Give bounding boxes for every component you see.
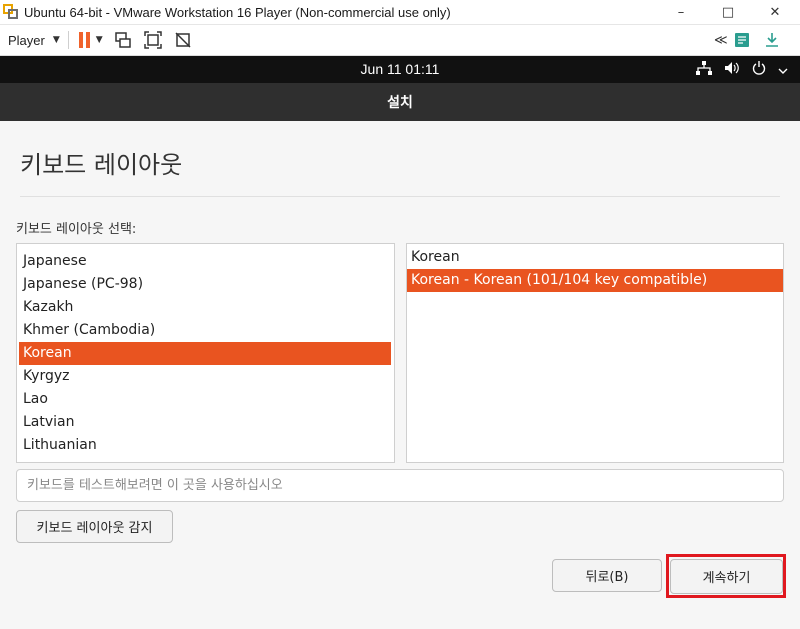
player-menu[interactable]: Player: [8, 33, 45, 48]
full-screen-icon[interactable]: [143, 30, 163, 50]
ubuntu-top-bar: Jun 11 01:11: [0, 56, 800, 83]
installer-header: 설치: [0, 83, 800, 121]
page-title: 키보드 레이아웃: [20, 151, 183, 179]
title-divider: [20, 196, 780, 197]
system-tray[interactable]: [696, 60, 788, 79]
window-titlebar: Ubuntu 64-bit - VMware Workstation 16 Pl…: [0, 0, 800, 25]
send-ctrl-alt-del-icon[interactable]: [113, 30, 133, 50]
layout-list-item[interactable]: Khmer (Cambodia): [19, 319, 391, 342]
system-menu-dropdown-icon[interactable]: [778, 60, 788, 79]
keyboard-layout-list[interactable]: Japanese Japanese (PC-98) Kazakh Khmer (…: [16, 243, 395, 463]
maximize-button[interactable]: □: [705, 0, 751, 24]
layout-list-item[interactable]: Lao: [19, 388, 391, 411]
section-label: 키보드 레이아웃 선택:: [16, 222, 137, 237]
detect-layout-button[interactable]: 키보드 레이아웃 감지: [16, 510, 173, 543]
variant-list-item[interactable]: Korean: [407, 246, 783, 269]
layout-list-item-selected[interactable]: Korean: [19, 342, 391, 365]
notes-icon[interactable]: [732, 30, 752, 50]
installer-title: 설치: [387, 95, 413, 111]
unity-mode-icon[interactable]: [173, 30, 193, 50]
window-title: Ubuntu 64-bit - VMware Workstation 16 Pl…: [24, 4, 451, 20]
toolbar-divider: [67, 31, 69, 49]
pause-icon[interactable]: [78, 32, 90, 48]
vmware-logo-icon: [3, 4, 19, 20]
network-icon[interactable]: [696, 60, 712, 79]
player-menu-dropdown-icon[interactable]: ▼: [53, 35, 60, 45]
pause-dropdown-icon[interactable]: ▼: [96, 35, 103, 45]
minimize-button[interactable]: –: [658, 0, 704, 24]
layout-list-item[interactable]: Japanese (PC-98): [19, 273, 391, 296]
layout-list-item[interactable]: Japanese: [19, 250, 391, 273]
power-icon[interactable]: [752, 60, 766, 79]
layout-list-item[interactable]: Kazakh: [19, 296, 391, 319]
layout-list-item[interactable]: Kyrgyz: [19, 365, 391, 388]
close-button[interactable]: ✕: [752, 0, 798, 24]
collapse-toolbar-icon[interactable]: ≪: [714, 33, 728, 48]
layout-list-item[interactable]: Latvian: [19, 411, 391, 434]
keyboard-variant-list[interactable]: Korean Korean - Korean (101/104 key comp…: [406, 243, 784, 463]
volume-icon[interactable]: [724, 60, 740, 79]
download-icon[interactable]: [762, 30, 782, 50]
keyboard-test-input[interactable]: [16, 469, 784, 502]
back-button[interactable]: 뒤로(B): [552, 559, 662, 592]
player-toolbar: Player ▼ ▼ ≪: [0, 25, 800, 56]
clock[interactable]: Jun 11 01:11: [0, 61, 800, 77]
continue-highlight-annotation: [666, 554, 786, 598]
variant-list-item-selected[interactable]: Korean - Korean (101/104 key compatible): [407, 269, 783, 292]
layout-list-item[interactable]: Lithuanian: [19, 434, 391, 457]
